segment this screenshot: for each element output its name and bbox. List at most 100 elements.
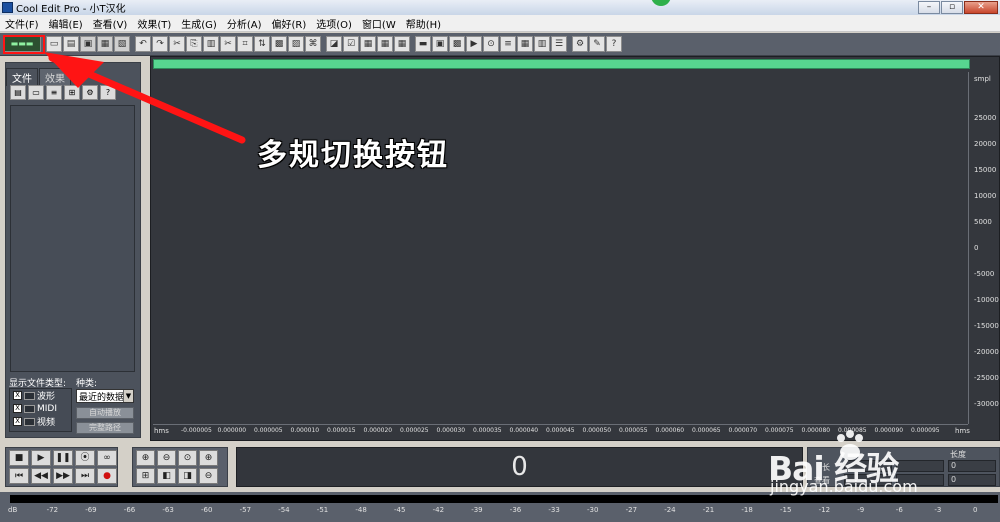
counter-icon[interactable]: ≡ — [500, 36, 516, 52]
menu-edit[interactable]: 编辑(E) — [44, 16, 88, 31]
menu-favorites[interactable]: 偏好(R) — [266, 16, 311, 31]
cue-icon[interactable]: ▨ — [288, 36, 304, 52]
import-icon[interactable]: ▭ — [28, 85, 44, 100]
play-view-icon[interactable]: ▶ — [466, 36, 482, 52]
go-to-end-button[interactable]: ⏭ — [75, 468, 95, 484]
cut-icon[interactable]: ✂ — [169, 36, 185, 52]
x-tick-label: 0.000035 — [473, 427, 502, 434]
filter-waveform[interactable]: X 波形 — [10, 389, 71, 402]
zoom-vertical-out-icon[interactable]: ⊖ — [199, 468, 218, 484]
loop-button[interactable]: ∞ — [97, 450, 117, 466]
open-folder-icon[interactable]: ▤ — [63, 36, 79, 52]
checkbox[interactable]: X — [13, 391, 22, 400]
zoom-full-icon[interactable]: ⊙ — [178, 450, 197, 466]
redo-icon[interactable]: ↷ — [152, 36, 168, 52]
fast-forward-button[interactable]: ▶▶ — [53, 468, 73, 484]
checkbox[interactable]: X — [13, 417, 22, 426]
menu-generate[interactable]: 生成(G) — [176, 16, 222, 31]
stop-button[interactable]: ■ — [9, 450, 29, 466]
transport-controls: ■ ▶ ❚❚ ⦿ ∞ ⏮ ◀◀ ▶▶ ⏭ ● — [5, 447, 118, 487]
script-icon[interactable]: ✎ — [589, 36, 605, 52]
rewind-button[interactable]: ◀◀ — [31, 468, 51, 484]
zoom-vertical-in-icon[interactable]: ⊕ — [199, 450, 218, 466]
save-as-icon[interactable]: ▦ — [97, 36, 113, 52]
lines-icon[interactable]: ☰ — [551, 36, 567, 52]
zoom-selection-icon[interactable]: ⊞ — [136, 468, 155, 484]
snap-icon[interactable]: ▦ — [394, 36, 410, 52]
select-all-icon[interactable]: ☑ — [343, 36, 359, 52]
x-tick-label: 0.000000 — [217, 427, 247, 434]
save-icon[interactable]: ▣ — [80, 36, 96, 52]
grid-icon[interactable]: ▦ — [360, 36, 376, 52]
zoom-in-icon[interactable]: ⊕ — [136, 450, 155, 466]
record-button[interactable]: ● — [97, 468, 117, 484]
waveform-icon — [24, 391, 35, 400]
waveform-display[interactable] — [150, 56, 1000, 441]
spectral-view-icon[interactable]: ▣ — [432, 36, 448, 52]
file-list[interactable] — [10, 105, 135, 372]
close-file-icon[interactable]: ▧ — [114, 36, 130, 52]
open-folder-icon[interactable]: ▤ — [10, 85, 26, 100]
y-tick-label: 25000 — [974, 114, 997, 122]
menu-help[interactable]: 帮助(H) — [401, 16, 446, 31]
help-icon[interactable]: ? — [606, 36, 622, 52]
menu-effects[interactable]: 效果(T) — [132, 16, 176, 31]
help-icon[interactable]: ? — [100, 85, 116, 100]
window-title: Cool Edit Pro - 小T汉化 — [16, 4, 126, 15]
paste-icon[interactable]: ▥ — [203, 36, 219, 52]
menu-window[interactable]: 窗口(W — [357, 16, 401, 31]
overview-bar[interactable] — [153, 59, 970, 69]
edit-icon[interactable]: ⚙ — [82, 85, 98, 100]
trim-icon[interactable]: ⌗ — [237, 36, 253, 52]
menu-options[interactable]: 选项(O) — [311, 16, 357, 31]
effects-icon[interactable]: ⚙ — [572, 36, 588, 52]
filter-label: 视频 — [37, 418, 56, 428]
kind-select[interactable]: 最近的数据 ▼ — [76, 389, 134, 403]
zoom-view-icon[interactable]: ⊙ — [483, 36, 499, 52]
envelope-icon[interactable]: ◪ — [326, 36, 342, 52]
grid-alt-icon[interactable]: ▦ — [377, 36, 393, 52]
auto-play-button[interactable]: 自动播放 — [76, 407, 134, 419]
copy-icon[interactable]: ⎘ — [186, 36, 202, 52]
pause-button[interactable]: ❚❚ — [53, 450, 73, 466]
x-tick-label: 0.000050 — [582, 427, 612, 434]
meter-tick-label: -12 — [818, 506, 831, 514]
chevron-down-icon[interactable]: ▼ — [123, 390, 133, 402]
mark-icon[interactable]: ▩ — [271, 36, 287, 52]
zoom-right-icon[interactable]: ◨ — [178, 468, 197, 484]
undo-icon[interactable]: ↶ — [135, 36, 151, 52]
play-button[interactable]: ▶ — [31, 450, 51, 466]
go-to-start-button[interactable]: ⏮ — [9, 468, 29, 484]
maximize-button[interactable]: ▫ — [941, 1, 963, 14]
minimize-button[interactable]: – — [918, 1, 940, 14]
record-setup-icon[interactable]: ⌘ — [305, 36, 321, 52]
tab-effects[interactable]: 效果 — [39, 68, 71, 86]
y-tick-label: 20000 — [974, 140, 997, 148]
menu-file[interactable]: 文件(F) — [0, 16, 44, 31]
insert-icon[interactable]: ⊞ — [64, 85, 80, 100]
bars-icon[interactable]: ▦ — [517, 36, 533, 52]
filter-video[interactable]: X 视频 — [10, 415, 71, 428]
play-to-end-button[interactable]: ⦿ — [75, 450, 95, 466]
checkbox[interactable]: X — [13, 404, 22, 413]
mix-paste-icon[interactable]: ✂ — [220, 36, 236, 52]
full-path-button[interactable]: 完整路径 — [76, 422, 134, 434]
x-tick-label: 0.000020 — [363, 427, 393, 434]
tab-files[interactable]: 文件 — [6, 68, 38, 86]
meter-tick-label: -54 — [278, 506, 290, 514]
close-icon[interactable]: ≡ — [46, 85, 62, 100]
new-file-icon[interactable]: ▭ — [46, 36, 62, 52]
zoom-out-icon[interactable]: ⊖ — [157, 450, 176, 466]
close-button[interactable]: ✕ — [964, 1, 998, 14]
convert-icon[interactable]: ⇅ — [254, 36, 270, 52]
x-tick-label: 0.000045 — [546, 427, 575, 434]
frequency-icon[interactable]: ▩ — [449, 36, 465, 52]
level-icon[interactable]: ▥ — [534, 36, 550, 52]
zoom-left-icon[interactable]: ◧ — [157, 468, 176, 484]
waveform-view-icon[interactable]: ▬ — [415, 36, 431, 52]
menu-analyze[interactable]: 分析(A) — [222, 16, 267, 31]
meter-tick-label: -33 — [548, 506, 560, 514]
filter-midi[interactable]: X MIDI — [10, 402, 71, 415]
menu-view[interactable]: 查看(V) — [88, 16, 133, 31]
meter-tick-label: -69 — [85, 506, 97, 514]
